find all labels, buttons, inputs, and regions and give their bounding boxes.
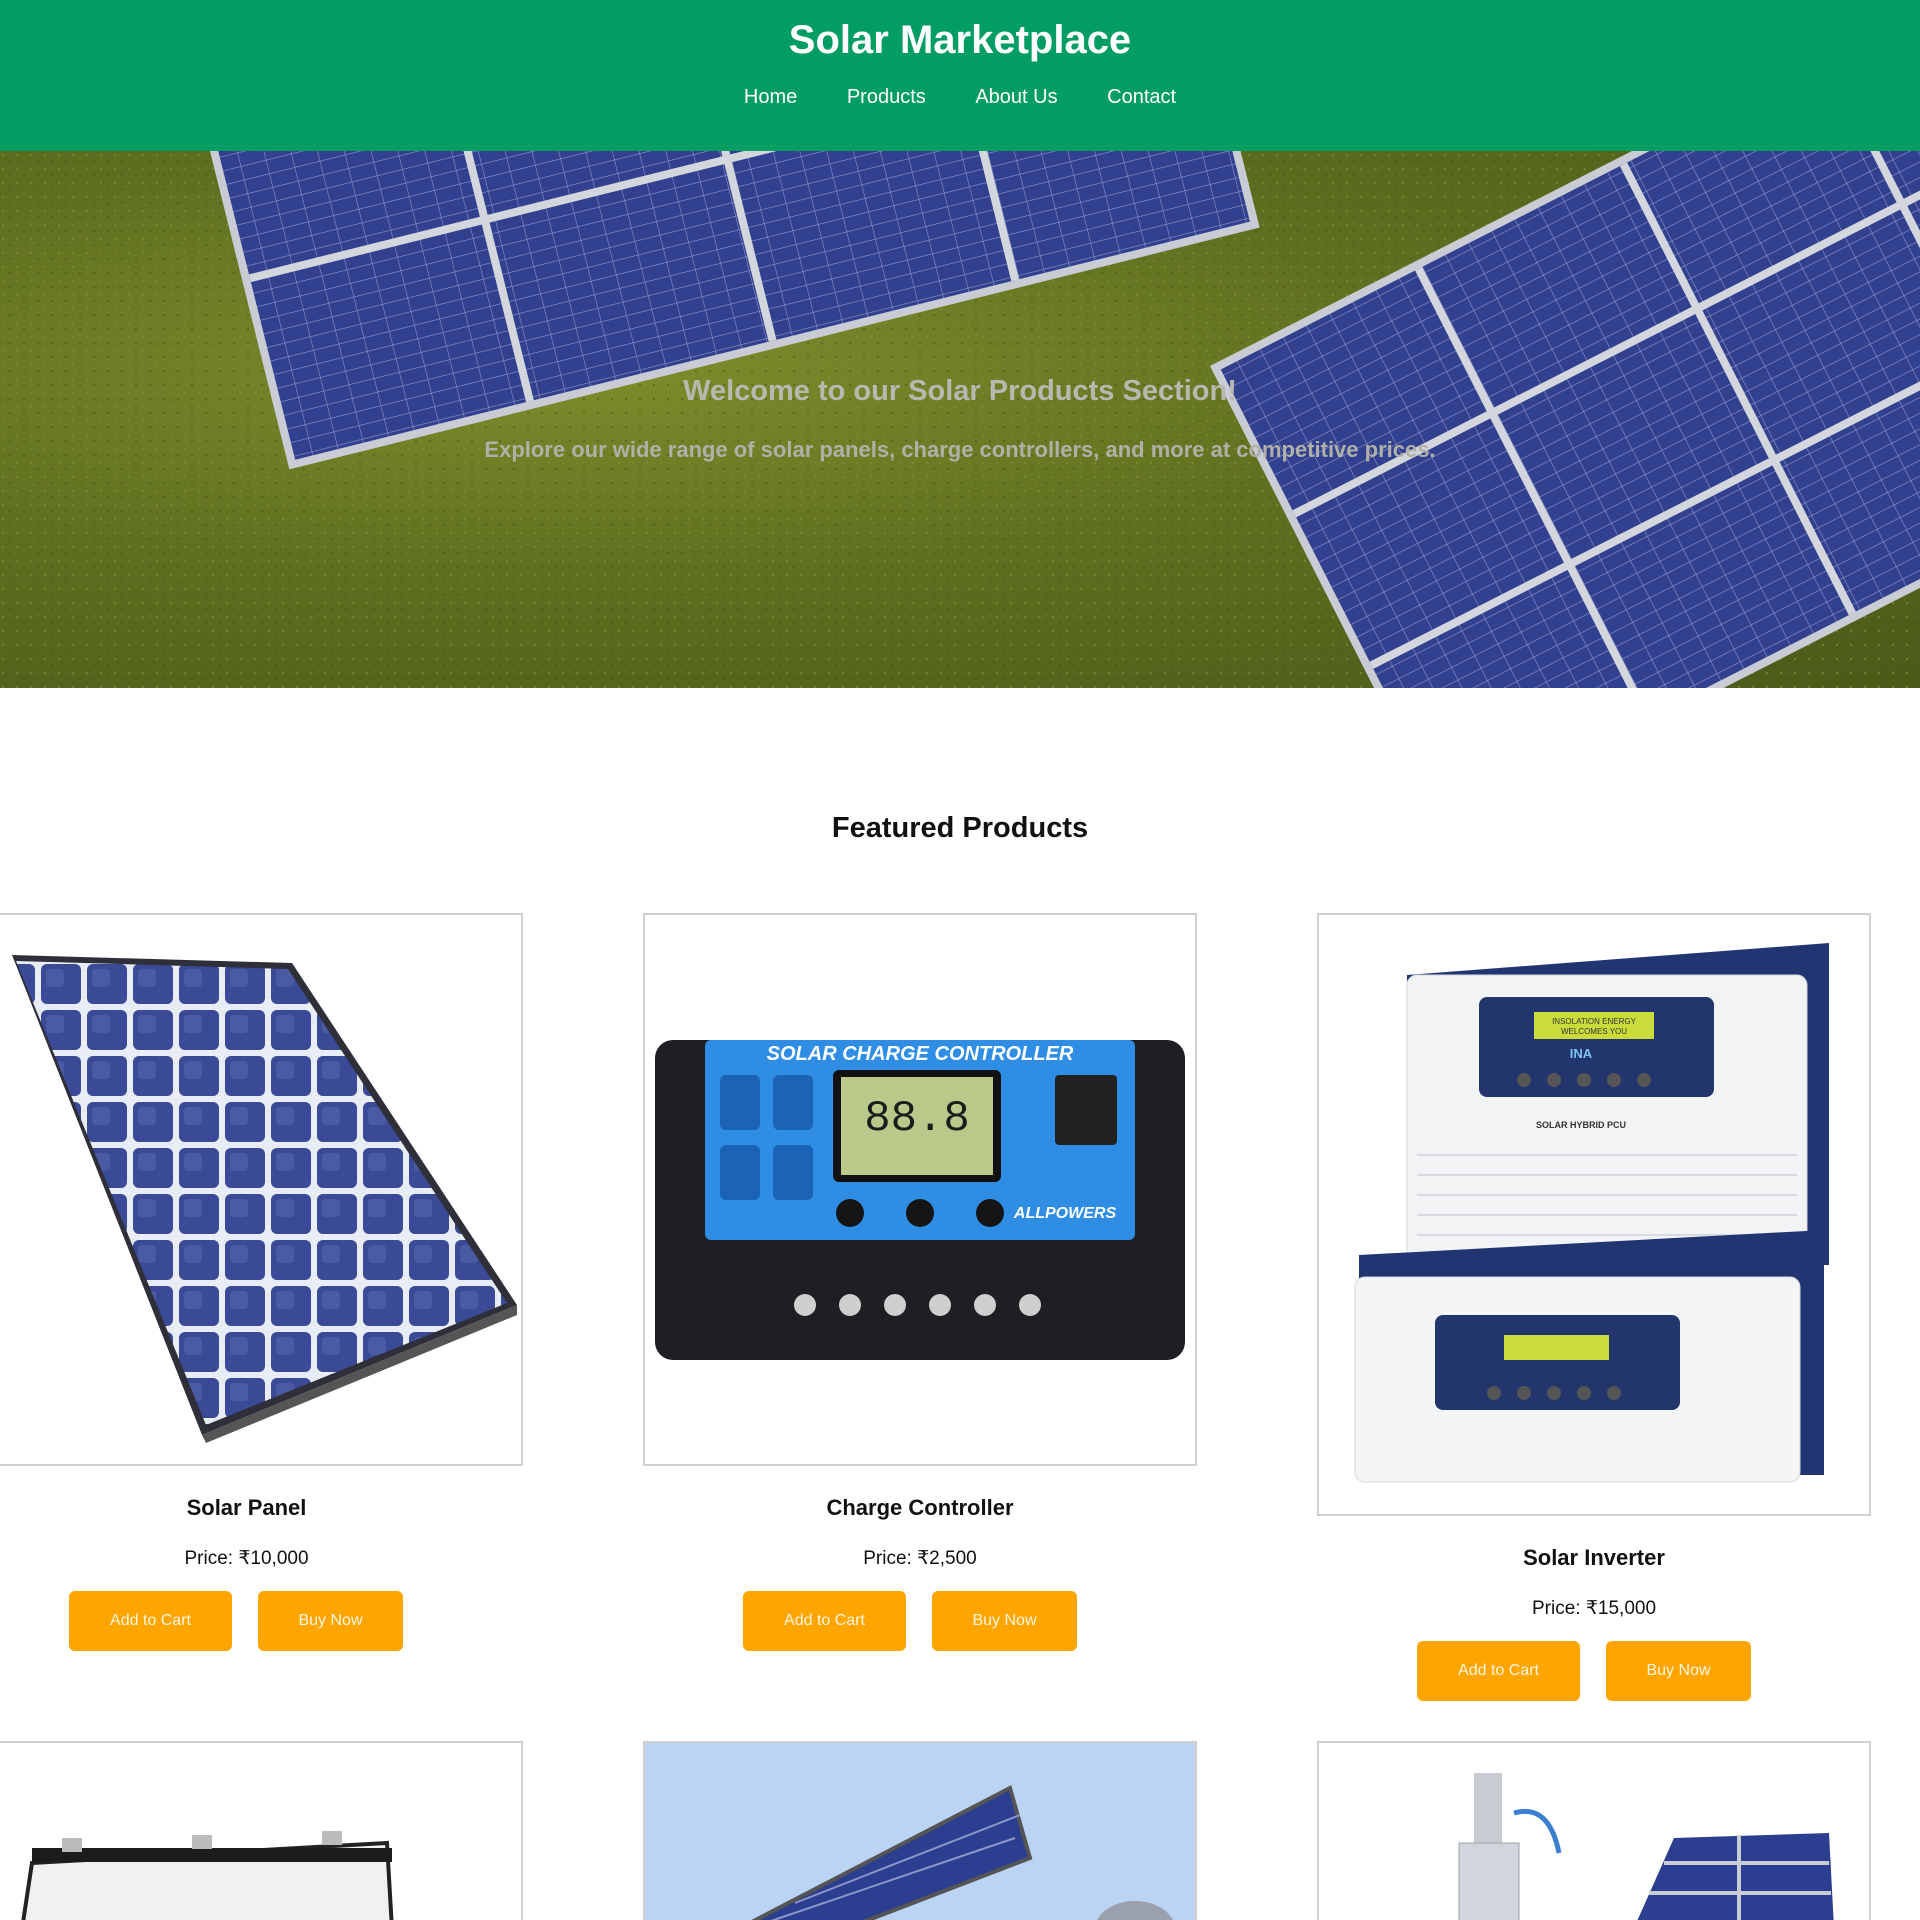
inverter-label-text: SOLAR HYBRID PCU bbox=[1536, 1120, 1626, 1130]
hero-solar-field-image bbox=[0, 151, 1920, 688]
inverter-screen-line-1: INSOLATION ENERGY bbox=[1552, 1017, 1637, 1026]
product-image-solar-inverter: INSOLATION ENERGY WELCOMES YOU INA SOLAR… bbox=[1317, 913, 1871, 1516]
product-price: Price: ₹15,000 bbox=[1531, 1598, 1657, 1619]
hero-subtitle: Explore our wide range of solar panels, … bbox=[484, 437, 1436, 462]
controller-title-text: SOLAR CHARGE CONTROLLER bbox=[767, 1043, 1074, 1065]
hero-title: Welcome to our Solar Products Section! bbox=[683, 375, 1237, 407]
inverter-logo-text: INA bbox=[1570, 1046, 1593, 1061]
product-image-charge-controller: SOLAR CHARGE CONTROLLER 88.8 ALLPOWERS bbox=[643, 913, 1197, 1466]
product-image-solar-pump bbox=[1317, 1741, 1871, 1920]
product-image-solar-light bbox=[643, 1741, 1197, 1920]
product-name: Charge Controller bbox=[826, 1495, 1014, 1520]
add-to-cart-button[interactable]: Add to Cart bbox=[1417, 1641, 1580, 1701]
buy-now-button[interactable]: Buy Now bbox=[258, 1591, 403, 1651]
add-to-cart-button[interactable]: Add to Cart bbox=[69, 1591, 232, 1651]
product-name: Solar Inverter bbox=[1523, 1545, 1665, 1570]
main-nav: Home Products About Us Contact bbox=[0, 86, 1920, 109]
product-image-solar-panel bbox=[0, 913, 523, 1466]
product-image-battery bbox=[0, 1741, 523, 1920]
product-name: Solar Panel bbox=[186, 1495, 307, 1520]
nav-contact[interactable]: Contact bbox=[1107, 86, 1176, 109]
inverter-screen-line-2: WELCOMES YOU bbox=[1561, 1027, 1627, 1036]
nav-home[interactable]: Home bbox=[744, 86, 797, 109]
featured-products-heading: Featured Products bbox=[831, 812, 1089, 844]
nav-about-us[interactable]: About Us bbox=[975, 86, 1057, 109]
controller-display-text: 88.8 bbox=[864, 1094, 970, 1144]
nav-products[interactable]: Products bbox=[847, 86, 926, 109]
product-price: Price: ₹10,000 bbox=[184, 1548, 309, 1569]
hero-banner: Welcome to our Solar Products Section! E… bbox=[0, 151, 1920, 688]
add-to-cart-button[interactable]: Add to Cart bbox=[743, 1591, 906, 1651]
buy-now-button[interactable]: Buy Now bbox=[1606, 1641, 1751, 1701]
site-header: Solar Marketplace Home Products About Us… bbox=[0, 0, 1920, 151]
controller-brand-text: ALLPOWERS bbox=[1013, 1205, 1117, 1222]
buy-now-button[interactable]: Buy Now bbox=[932, 1591, 1077, 1651]
product-price: Price: ₹2,500 bbox=[863, 1548, 977, 1569]
site-title: Solar Marketplace bbox=[788, 18, 1132, 62]
